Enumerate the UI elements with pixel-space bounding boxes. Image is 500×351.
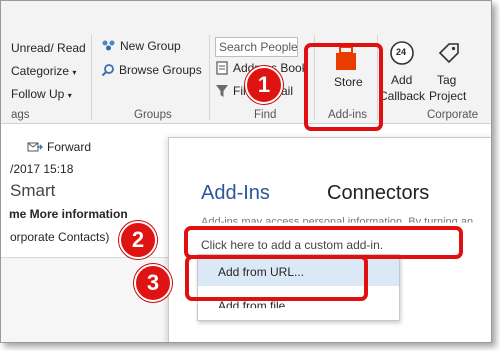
follow-up-label: Follow Up — [11, 87, 65, 101]
ribbon: Unread/ Read Categorize ▾ Follow Up ▾ ag… — [1, 1, 491, 124]
follow-up-button[interactable]: Follow Up ▾ — [11, 87, 72, 101]
tag-icon — [438, 43, 459, 64]
corporate-contacts-text: orporate Contacts) — [10, 230, 110, 244]
forward-button[interactable]: Forward — [27, 140, 91, 154]
tag-project-label-2: Project — [429, 89, 467, 103]
tab-addins[interactable]: Add-Ins — [201, 182, 270, 205]
browse-groups-label: Browse Groups — [119, 63, 202, 77]
step-badge-1: 1 — [245, 66, 283, 104]
outlook-window: Unread/ Read Categorize ▾ Follow Up ▾ ag… — [0, 0, 492, 343]
step-badge-3: 3 — [134, 264, 172, 302]
groups-group-label: Groups — [134, 109, 172, 121]
search-people-input[interactable]: Search People — [215, 37, 298, 57]
chevron-down-icon: ▾ — [67, 91, 72, 100]
step-badge-2: 2 — [119, 221, 157, 259]
callback-number: 24 — [396, 47, 407, 57]
add-callback-label-2: Callback — [379, 89, 426, 103]
chevron-down-icon: ▾ — [72, 68, 77, 77]
people-icon — [102, 40, 115, 50]
tag-project-button[interactable]: Tag Project — [427, 39, 471, 107]
find-group-label: Find — [254, 109, 277, 121]
search-icon — [101, 64, 114, 77]
sender-name: Smart — [10, 181, 56, 200]
tag-project-label-1: Tag — [437, 73, 457, 87]
new-group-button[interactable]: New Group — [101, 39, 181, 53]
group-divider — [91, 35, 92, 120]
categorize-button[interactable]: Categorize ▾ — [11, 64, 76, 78]
forward-label: Forward — [47, 140, 92, 154]
add-callback-button[interactable]: 24 Add Callback — [377, 39, 427, 107]
more-information-text: me More information — [9, 207, 128, 221]
search-people-placeholder: Search People — [219, 40, 298, 54]
group-divider — [209, 35, 210, 120]
forward-icon — [27, 142, 43, 152]
new-group-label: New Group — [120, 39, 181, 53]
unread-read-button[interactable]: Unread/ Read — [11, 41, 86, 55]
store-highlight-box — [304, 43, 383, 131]
browse-groups-button[interactable]: Browse Groups — [101, 63, 202, 77]
message-date: /2017 15:18 — [10, 162, 74, 176]
address-book-icon — [216, 61, 228, 75]
filter-icon — [216, 85, 228, 97]
corporate-group-label: Corporate — [427, 109, 479, 121]
tags-group-label: ags — [11, 109, 30, 121]
add-from-url-highlight-box — [185, 255, 368, 301]
add-callback-label-1: Add — [391, 73, 413, 87]
categorize-label: Categorize — [11, 64, 70, 78]
tab-connectors[interactable]: Connectors — [327, 182, 429, 205]
add-from-file-label: Add from file... — [218, 299, 296, 313]
